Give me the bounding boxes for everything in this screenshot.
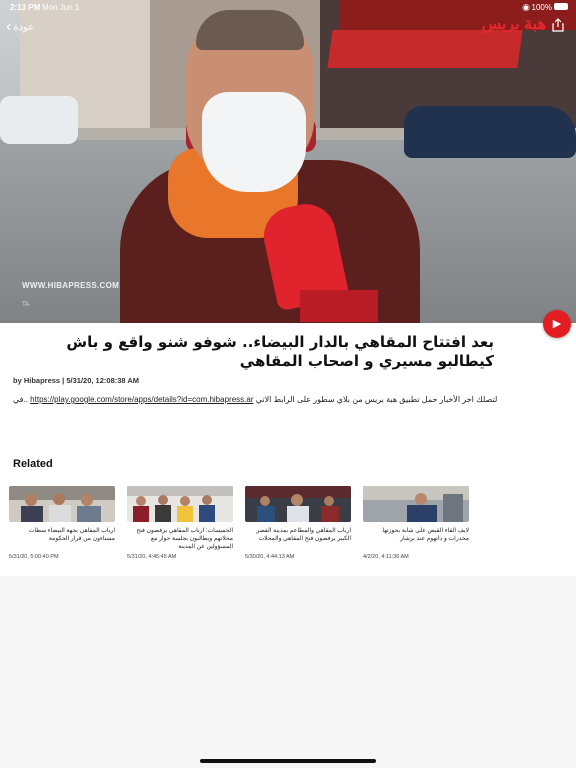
- page: WWW.HIBAPRESS.COM TA هبة بريس 2:13 PM Mo…: [0, 0, 576, 768]
- scene-awning: [327, 30, 523, 68]
- article-byline: by Hibapress | 5/31/20, 12:08:38 AM: [13, 376, 140, 385]
- battery-percent: 100%: [531, 3, 552, 12]
- related-card[interactable]: لايف القاء القبض على شابة بحوزتها مخدرات…: [363, 486, 469, 560]
- back-label: عودة: [13, 21, 35, 33]
- chevron-left-icon: ‹: [6, 18, 12, 35]
- scene-car: [0, 96, 78, 144]
- scene-person-hair: [196, 10, 304, 50]
- video-player[interactable]: WWW.HIBAPRESS.COM TA هبة بريس: [0, 0, 576, 323]
- video-brand-logo: هبة بريس: [481, 16, 546, 33]
- scene-face-mask: [202, 92, 306, 192]
- related-thumbnail: [127, 486, 233, 522]
- related-date: 5/31/20, 4:45:45 AM: [127, 554, 177, 560]
- related-thumbnail: [363, 486, 469, 522]
- thumbnail-image: [245, 486, 351, 522]
- article-title: بعد افتتاح المقاهي بالدار البيضاء.. شوفو…: [66, 333, 494, 370]
- related-date: 5/30/20, 4:44:13 AM: [245, 554, 295, 560]
- related-title: الخميسات: ارباب المقاهي يرفضون فتح محلات…: [136, 528, 233, 550]
- description-prefix: في: [13, 395, 24, 404]
- share-icon[interactable]: [550, 18, 566, 36]
- related-thumbnail: [9, 486, 115, 522]
- thumbnail-image: [9, 486, 115, 522]
- scene-car: [404, 106, 576, 158]
- share-icon-graphic: [552, 18, 564, 32]
- home-indicator[interactable]: [200, 759, 376, 763]
- related-title: ارباب المقاهي والمطاعم بمدينة القصر الكب…: [256, 528, 351, 542]
- battery-icon: [554, 3, 568, 10]
- video-watermark-small: TA: [22, 302, 30, 308]
- status-date: Mon Jun 1: [42, 3, 80, 12]
- video-watermark: WWW.HIBAPRESS.COM: [22, 281, 120, 290]
- thumbnail-image: [363, 486, 469, 522]
- related-title: لايف القاء القبض على شابة بحوزتها مخدرات…: [382, 528, 469, 542]
- status-time: 2:13 PM: [10, 3, 41, 12]
- play-icon: ▶: [552, 318, 562, 330]
- related-date: 4/2/20, 4:11:36 AM: [363, 554, 409, 560]
- related-card[interactable]: الخميسات: ارباب المقاهي يرفضون فتح محلات…: [127, 486, 233, 560]
- description-text: لتصلك اخر الأخبار حمل تطبيق هبة بريس من …: [255, 395, 498, 404]
- related-thumbnail: [245, 486, 351, 522]
- article-description: في.. https://play.google.com/store/apps/…: [13, 395, 498, 404]
- scene-microphone-band: [300, 290, 378, 322]
- related-card[interactable]: ارباب المقاهي بجهة البيضاء سطات مستاءون …: [9, 486, 115, 560]
- related-card[interactable]: ارباب المقاهي والمطاعم بمدينة القصر الكب…: [245, 486, 351, 560]
- status-bar: 2:13 PM Mon Jun 1 ◉ 100%: [0, 0, 576, 14]
- description-link[interactable]: https://play.google.com/store/apps/detai…: [30, 395, 253, 404]
- back-button[interactable]: ‹ عودة: [6, 18, 34, 36]
- play-button[interactable]: ▶: [543, 310, 571, 338]
- thumbnail-image: [127, 486, 233, 522]
- related-list: ارباب المقاهي بجهة البيضاء سطات مستاءون …: [9, 486, 569, 566]
- related-date: 5/31/20, 5:00:40 PM: [9, 554, 59, 560]
- related-title: ارباب المقاهي بجهة البيضاء سطات مستاءون …: [28, 528, 115, 542]
- related-heading: Related: [13, 458, 53, 470]
- wifi-icon: ◉: [522, 2, 530, 12]
